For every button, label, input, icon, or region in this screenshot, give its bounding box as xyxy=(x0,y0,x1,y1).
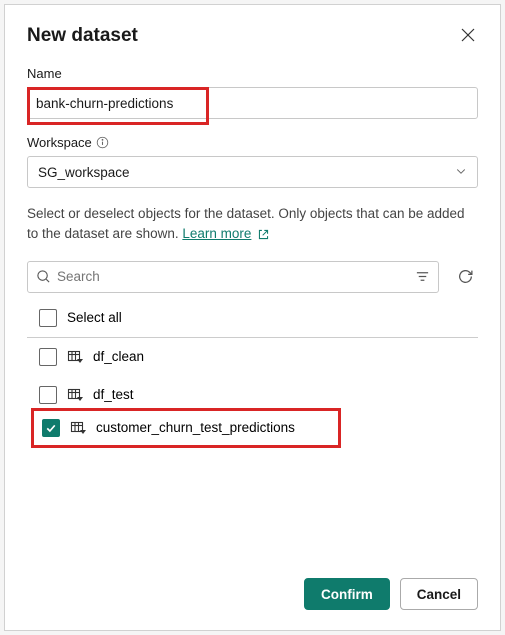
external-link-icon xyxy=(257,228,270,241)
workspace-label-text: Workspace xyxy=(27,135,92,150)
table-icon xyxy=(70,420,86,436)
search-input[interactable] xyxy=(57,269,409,284)
workspace-label: Workspace xyxy=(27,135,478,150)
select-all-label: Select all xyxy=(67,310,122,325)
item-checkbox[interactable] xyxy=(39,386,57,404)
info-icon[interactable] xyxy=(96,136,109,149)
filter-icon[interactable] xyxy=(415,269,430,284)
item-checkbox[interactable] xyxy=(39,348,57,366)
workspace-select[interactable]: SG_workspace xyxy=(27,156,478,188)
refresh-icon xyxy=(457,268,474,285)
name-label: Name xyxy=(27,66,478,81)
name-input[interactable] xyxy=(27,87,478,119)
check-icon xyxy=(45,422,57,434)
name-field-group: Name xyxy=(27,66,478,119)
search-box[interactable] xyxy=(27,261,439,293)
list-item[interactable]: customer_churn_test_predictions xyxy=(42,417,330,439)
dialog-footer: Confirm Cancel xyxy=(27,564,478,610)
item-label: df_test xyxy=(93,387,134,402)
table-icon xyxy=(67,349,83,365)
refresh-button[interactable] xyxy=(453,264,478,289)
list-item[interactable]: df_clean xyxy=(27,338,478,376)
object-list: Select all df_clean df_test xyxy=(27,305,478,442)
confirm-button[interactable]: Confirm xyxy=(304,578,390,610)
select-all-row[interactable]: Select all xyxy=(27,305,478,338)
search-row xyxy=(27,261,478,293)
new-dataset-dialog: New dataset Name Workspace SG_workspace xyxy=(4,4,501,631)
chevron-down-icon xyxy=(455,165,467,180)
workspace-field-group: Workspace SG_workspace xyxy=(27,135,478,188)
workspace-value: SG_workspace xyxy=(38,165,130,180)
select-all-checkbox[interactable] xyxy=(39,309,57,327)
item-label: df_clean xyxy=(93,349,144,364)
search-icon xyxy=(36,269,51,284)
learn-more-link[interactable]: Learn more xyxy=(182,224,270,244)
close-icon xyxy=(460,27,476,43)
learn-more-text: Learn more xyxy=(182,224,251,244)
dialog-title: New dataset xyxy=(27,25,138,47)
info-text: Select or deselect objects for the datas… xyxy=(27,204,478,245)
item-label: customer_churn_test_predictions xyxy=(96,420,295,435)
cancel-button[interactable]: Cancel xyxy=(400,578,478,610)
dialog-header: New dataset xyxy=(27,25,478,48)
item-checkbox[interactable] xyxy=(42,419,60,437)
table-icon xyxy=(67,387,83,403)
close-button[interactable] xyxy=(458,25,478,48)
